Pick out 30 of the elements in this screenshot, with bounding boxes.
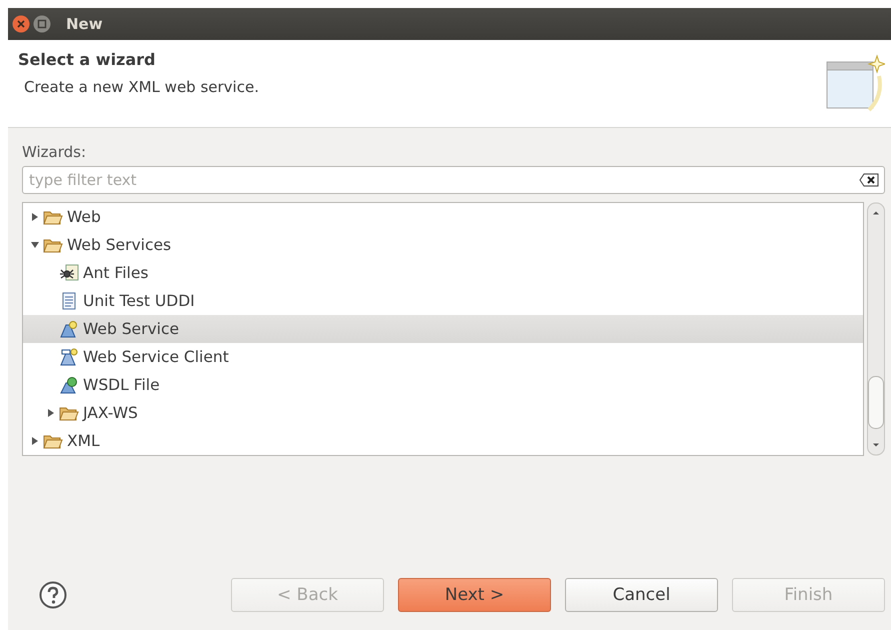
- collapse-arrow-icon[interactable]: [31, 240, 39, 250]
- bug-icon: [59, 264, 79, 282]
- service-icon: [59, 320, 79, 338]
- wizards-label: Wizards:: [22, 143, 88, 161]
- expand-arrow-icon[interactable]: [31, 212, 39, 222]
- scrollbar[interactable]: [867, 202, 885, 456]
- wizard-button[interactable]: Next >: [398, 578, 551, 612]
- expand-arrow-icon[interactable]: [31, 436, 39, 446]
- page-title: Select a wizard: [18, 50, 156, 69]
- tree-item[interactable]: Web Service: [23, 315, 863, 343]
- help-icon[interactable]: [39, 581, 67, 609]
- tree-item[interactable]: WSDL File: [23, 371, 863, 399]
- page-description: Create a new XML web service.: [23, 78, 259, 96]
- globe-icon: [59, 376, 79, 394]
- tree-item[interactable]: JAX-WS: [23, 399, 863, 427]
- clear-icon[interactable]: [859, 173, 879, 187]
- wizard-button[interactable]: Cancel: [565, 578, 718, 612]
- tree-item[interactable]: Web Services: [23, 231, 863, 259]
- tree-item[interactable]: Unit Test UDDI: [23, 287, 863, 315]
- window-title: New: [66, 15, 103, 33]
- tree-item[interactable]: Web: [23, 203, 863, 231]
- close-icon[interactable]: [12, 15, 30, 33]
- client-icon: [59, 348, 79, 366]
- tree-item[interactable]: Ant Files: [23, 259, 863, 287]
- wizard-window-icon: [825, 52, 885, 114]
- tree-item[interactable]: Web Service Client: [23, 343, 863, 371]
- expand-arrow-icon[interactable]: [47, 408, 55, 418]
- filter-field[interactable]: type filter text: [22, 166, 885, 194]
- tree-item[interactable]: XML: [23, 427, 863, 455]
- maximize-icon[interactable]: [33, 15, 51, 33]
